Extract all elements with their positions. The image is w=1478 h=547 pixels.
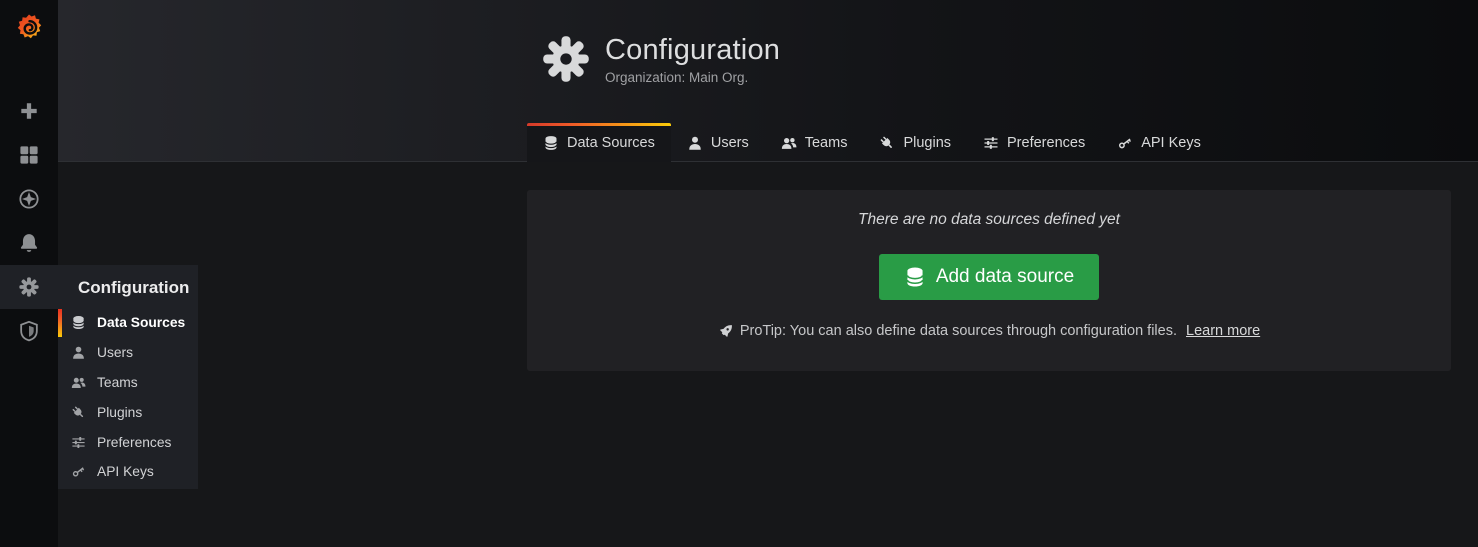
database-icon [543, 135, 559, 151]
plus-icon [18, 100, 40, 122]
sidebar-item-server-admin[interactable] [0, 309, 58, 353]
sliders-icon [983, 135, 999, 151]
sidebar-item-dashboards[interactable] [0, 133, 58, 177]
grafana-logo-icon[interactable] [0, 0, 58, 46]
database-icon [904, 266, 926, 288]
menu-item-api-keys[interactable]: API Keys [58, 457, 198, 487]
dashboards-grid-icon [18, 144, 40, 166]
page-title: Configuration [605, 33, 780, 67]
gear-icon [18, 276, 40, 298]
tab-teams[interactable]: Teams [765, 123, 864, 162]
page-header: Configuration Organization: Main Org. Da… [58, 0, 1478, 162]
menu-item-data-sources[interactable]: Data Sources [58, 308, 198, 338]
flyout-title: Configuration [58, 265, 198, 308]
menu-item-plugins[interactable]: Plugins [58, 397, 198, 427]
explore-compass-icon [18, 188, 40, 210]
sidebar-item-configuration[interactable] [0, 265, 58, 309]
plug-icon [879, 135, 895, 151]
tab-plugins[interactable]: Plugins [863, 123, 967, 162]
page-tabs: Data Sources Users Teams Plugins Prefere… [527, 123, 1217, 162]
key-icon [71, 464, 86, 479]
shield-icon [18, 320, 40, 342]
page-content: There are no data sources defined yet Ad… [58, 190, 1478, 371]
sidebar-item-explore[interactable] [0, 177, 58, 221]
team-icon [71, 375, 86, 390]
rocket-icon [718, 324, 733, 339]
plug-icon [71, 405, 86, 420]
menu-item-users[interactable]: Users [58, 338, 198, 368]
protip-text: ProTip: You can also define data sources… [740, 323, 1177, 339]
side-menu [0, 0, 58, 547]
side-nav [0, 89, 58, 353]
menu-item-preferences[interactable]: Preferences [58, 427, 198, 457]
empty-state-message: There are no data sources defined yet [858, 211, 1120, 229]
database-icon [71, 315, 86, 330]
grafana-app: Configuration Data Sources Users Teams P… [0, 0, 1478, 547]
alerting-bell-icon [18, 232, 40, 254]
tab-data-sources[interactable]: Data Sources [527, 123, 671, 162]
user-icon [71, 345, 86, 360]
add-data-source-button[interactable]: Add data source [879, 254, 1099, 300]
empty-datasources-panel: There are no data sources defined yet Ad… [527, 190, 1451, 371]
gear-icon [540, 33, 592, 85]
tab-users[interactable]: Users [671, 123, 765, 162]
tab-api-keys[interactable]: API Keys [1101, 123, 1217, 162]
key-icon [1117, 135, 1133, 151]
tab-preferences[interactable]: Preferences [967, 123, 1101, 162]
user-icon [687, 135, 703, 151]
sliders-icon [71, 435, 86, 450]
page-subtitle: Organization: Main Org. [605, 70, 780, 85]
sidebar-item-create[interactable] [0, 89, 58, 133]
main-area: Configuration Organization: Main Org. Da… [58, 0, 1478, 547]
protip-row: ProTip: You can also define data sources… [718, 323, 1260, 339]
team-icon [781, 135, 797, 151]
configuration-flyout-menu: Configuration Data Sources Users Teams P… [58, 265, 198, 489]
learn-more-link[interactable]: Learn more [1186, 323, 1260, 339]
sidebar-item-alerting[interactable] [0, 221, 58, 265]
menu-item-teams[interactable]: Teams [58, 368, 198, 398]
